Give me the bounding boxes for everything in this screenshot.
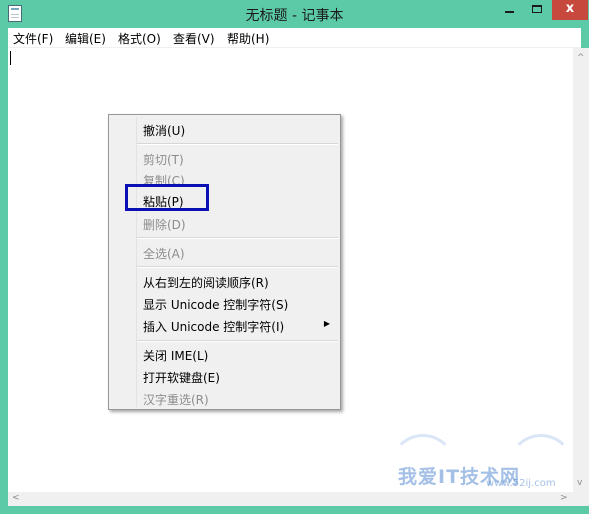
minimize-icon xyxy=(505,11,514,13)
ctx-cut[interactable]: 剪切(T) xyxy=(143,151,184,168)
ctx-reconversion[interactable]: 汉字重选(R) xyxy=(143,391,209,408)
menu-edit[interactable]: 编辑(E) xyxy=(65,30,106,47)
menu-format[interactable]: 格式(O) xyxy=(118,30,161,47)
paste-highlight-box xyxy=(125,184,209,211)
menu-view[interactable]: 查看(V) xyxy=(173,30,215,47)
minimize-button[interactable] xyxy=(496,0,522,20)
menu-file[interactable]: 文件(F) xyxy=(13,30,53,47)
ctx-separator xyxy=(137,237,338,239)
context-menu-gutter xyxy=(136,117,137,407)
maximize-button[interactable] xyxy=(524,0,550,20)
ctx-separator xyxy=(137,266,338,268)
scroll-left-icon[interactable]: < xyxy=(12,493,20,503)
horizontal-scrollbar[interactable]: < > xyxy=(8,492,573,506)
scroll-up-icon[interactable]: ^ xyxy=(577,53,585,63)
ctx-undo[interactable]: 撤消(U) xyxy=(143,122,185,139)
submenu-arrow-icon: ▶ xyxy=(323,319,330,328)
close-button[interactable]: x xyxy=(552,0,588,20)
vertical-scrollbar[interactable]: ^ v xyxy=(573,48,589,492)
ctx-separator xyxy=(137,340,338,342)
menu-bar: 文件(F) 编辑(E) 格式(O) 查看(V) 帮助(H) xyxy=(8,28,581,48)
text-caret xyxy=(10,51,11,65)
ctx-insert-unicode[interactable]: 插入 Unicode 控制字符(I) xyxy=(143,318,284,335)
scroll-down-icon[interactable]: v xyxy=(577,478,582,488)
maximize-icon xyxy=(532,5,542,13)
size-grip[interactable] xyxy=(573,492,589,506)
context-menu: 撤消(U) 剪切(T) 复制(C) 粘贴(P) 删除(D) 全选(A) 从右到左… xyxy=(108,114,341,410)
watermark-url: www.52ij.com xyxy=(486,478,556,489)
ctx-open-soft-keyboard[interactable]: 打开软键盘(E) xyxy=(143,369,220,386)
menu-help[interactable]: 帮助(H) xyxy=(227,30,269,47)
ctx-show-unicode[interactable]: 显示 Unicode 控制字符(S) xyxy=(143,296,288,313)
ctx-close-ime[interactable]: 关闭 IME(L) xyxy=(143,347,208,364)
scroll-right-icon[interactable]: > xyxy=(560,493,568,503)
ctx-delete[interactable]: 删除(D) xyxy=(143,216,186,233)
ctx-rtl-reading[interactable]: 从右到左的阅读顺序(R) xyxy=(143,274,269,291)
ctx-separator xyxy=(137,143,338,145)
ctx-select-all[interactable]: 全选(A) xyxy=(143,245,185,262)
title-bar[interactable]: 无标题 - 记事本 x xyxy=(0,0,589,28)
